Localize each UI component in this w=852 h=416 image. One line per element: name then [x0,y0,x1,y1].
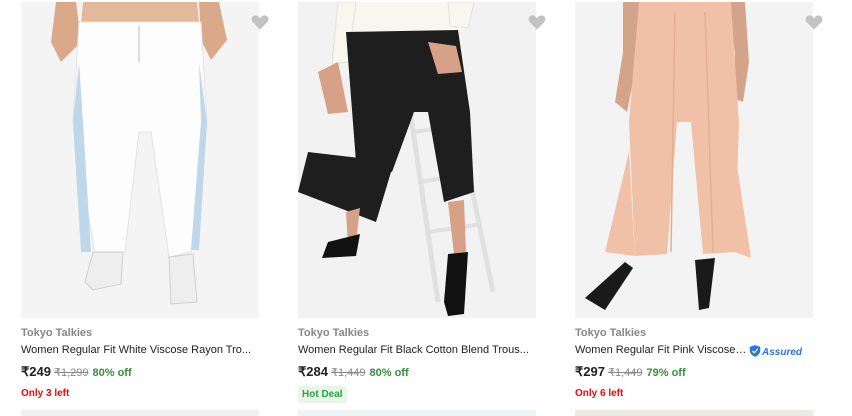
product-title[interactable]: Women Regular Fit Black Cotton Blend Tro… [298,344,542,356]
product-image[interactable] [298,2,536,318]
wishlist-heart-icon[interactable] [250,12,270,32]
product-discount: 80% off [369,367,409,379]
white-trousers-image [21,2,259,318]
product-brand: Tokyo Talkies [298,327,370,339]
product-card[interactable]: Tokyo Talkies Women Regular Fit Pink Vis… [568,0,830,416]
next-row-card-preview [298,410,536,416]
pink-trousers-image [575,2,813,318]
price-line: ₹284 ₹1,449 80% off [298,364,409,380]
price-line: ₹297 ₹1,449 79% off [575,364,686,380]
product-title[interactable]: Women Regular Fit Pink Viscose ... Assure… [575,344,819,358]
assured-label: Assured [762,347,803,358]
product-card[interactable]: Tokyo Talkies Women Regular Fit Black Co… [291,0,553,416]
price-line: ₹249 ₹1,299 80% off [21,364,132,380]
assured-badge: Assured [748,344,802,358]
next-row-card-preview [21,410,259,416]
next-row-card-preview [575,410,813,416]
product-brand: Tokyo Talkies [575,327,647,339]
product-image[interactable] [575,2,813,318]
assured-shield-icon [749,345,761,357]
product-price: ₹284 [298,364,328,379]
product-mrp: ₹1,449 [330,367,366,379]
product-discount: 80% off [92,367,132,379]
product-mrp: ₹1,299 [53,367,89,379]
wishlist-heart-icon[interactable] [527,12,547,32]
stock-badge: Only 3 left [21,388,70,399]
product-discount: 79% off [646,367,686,379]
product-brand: Tokyo Talkies [21,327,93,339]
product-price: ₹249 [21,364,51,379]
wishlist-heart-icon[interactable] [804,12,824,32]
hot-deal-badge: Hot Deal [298,386,347,403]
product-card[interactable]: Tokyo Talkies Women Regular Fit White Vi… [14,0,276,416]
product-price: ₹297 [575,364,605,379]
product-image[interactable] [21,2,259,318]
product-title[interactable]: Women Regular Fit White Viscose Rayon Tr… [21,344,265,356]
product-mrp: ₹1,449 [607,367,643,379]
product-grid: Tokyo Talkies Women Regular Fit White Vi… [0,0,852,416]
stock-badge: Only 6 left [575,388,624,399]
black-trousers-image [298,2,536,318]
